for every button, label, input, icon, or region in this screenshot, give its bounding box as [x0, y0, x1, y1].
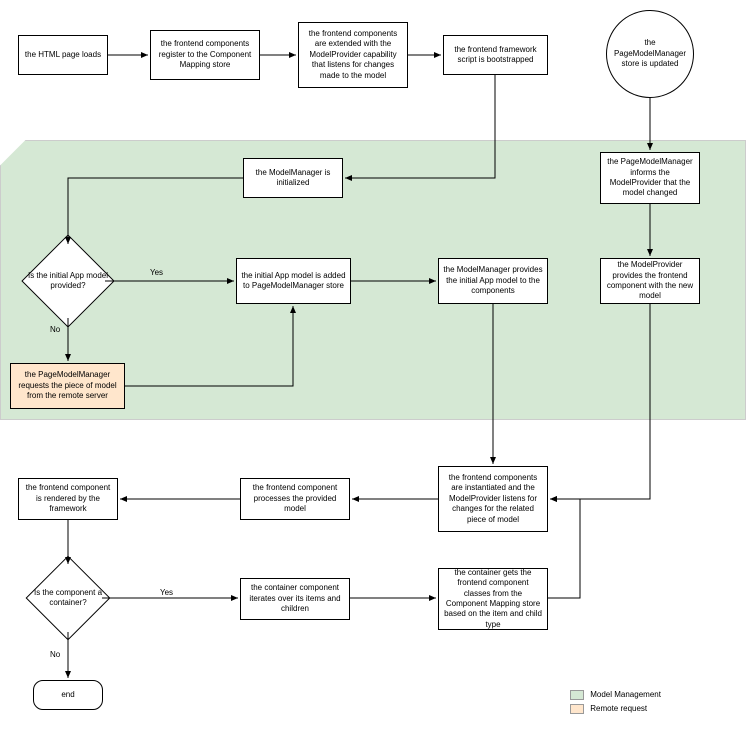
node-processes-model: the frontend component processes the pro…: [240, 478, 350, 520]
legend-item-remote: Remote request: [570, 704, 661, 714]
label-yes-1: Yes: [150, 268, 163, 277]
label-yes-2: Yes: [160, 588, 173, 597]
node-components-instantiated: the frontend components are instantiated…: [438, 466, 548, 532]
node-initial-model-added: the initial App model is added to PageMo…: [236, 258, 351, 304]
legend: Model Management Remote request: [570, 690, 661, 714]
node-informs-modelprovider: the PageModelManager informs the ModelPr…: [600, 152, 700, 204]
legend-item-model: Model Management: [570, 690, 661, 700]
node-modelprovider-new-model: the ModelProvider provides the frontend …: [600, 258, 700, 304]
node-rendered-by-framework: the frontend component is rendered by th…: [18, 478, 118, 520]
legend-swatch-green: [570, 690, 584, 700]
node-provides-initial-model: the ModelManager provides the initial Ap…: [438, 258, 548, 304]
legend-label-remote: Remote request: [590, 704, 647, 713]
node-gets-classes: the container gets the frontend componen…: [438, 568, 548, 630]
legend-swatch-orange: [570, 704, 584, 714]
node-requests-remote: the PageModelManager requests the piece …: [10, 363, 125, 409]
node-iterates-items: the container component iterates over it…: [240, 578, 350, 620]
label-no-2: No: [50, 650, 60, 659]
node-modelmanager-initialized: the ModelManager is initialized: [243, 158, 343, 198]
legend-label-model: Model Management: [590, 690, 661, 699]
label-no-1: No: [50, 325, 60, 334]
node-pagemodelmanager-updated: the PageModelManager store is updated: [606, 10, 694, 98]
node-html-page-loads: the HTML page loads: [18, 35, 108, 75]
node-end: end: [33, 680, 103, 710]
decision-is-container: [26, 556, 111, 641]
node-framework-bootstrapped: the frontend framework script is bootstr…: [443, 35, 548, 75]
node-extended-modelprovider: the frontend components are extended wit…: [298, 22, 408, 88]
node-register-component-mapping: the frontend components register to the …: [150, 30, 260, 80]
